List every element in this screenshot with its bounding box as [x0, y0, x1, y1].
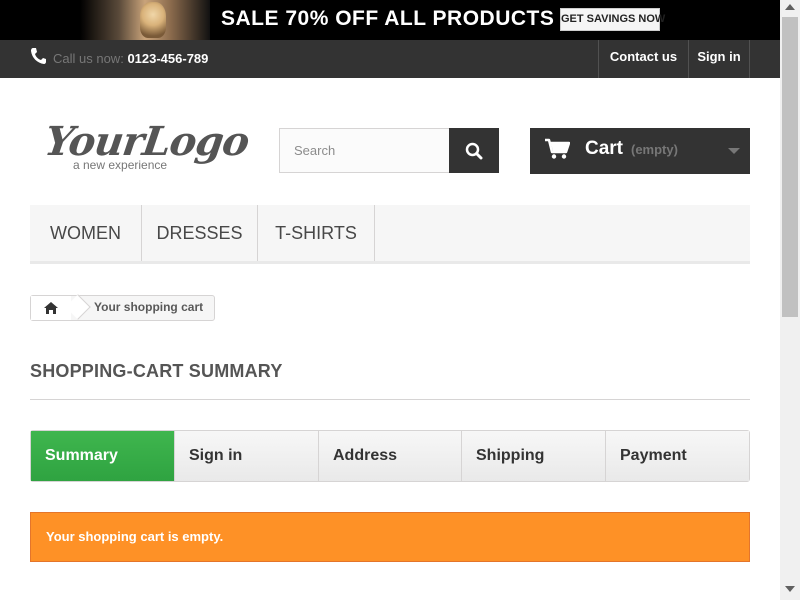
step-payment[interactable]: Payment: [606, 431, 749, 481]
checkout-steps: Summary Sign in Address Shipping Payment: [30, 430, 750, 482]
breadcrumb: Your shopping cart: [30, 294, 215, 321]
empty-cart-alert: Your shopping cart is empty.: [30, 512, 750, 562]
logo-tagline: a new experience: [73, 158, 168, 172]
step-sign-in[interactable]: Sign in: [175, 431, 319, 481]
menu-item-dresses[interactable]: DRESSES: [142, 205, 258, 261]
phone-number: 0123-456-789: [127, 51, 209, 66]
scroll-thumb[interactable]: [782, 17, 798, 317]
breadcrumb-current: Your shopping cart: [94, 300, 204, 314]
step-address[interactable]: Address: [319, 431, 462, 481]
site-logo[interactable]: YourLogo a new experience: [42, 118, 252, 178]
phone-icon: [31, 48, 46, 64]
main-menu: WOMEN DRESSES T-SHIRTS: [30, 205, 750, 264]
page-title: SHOPPING-CART SUMMARY: [30, 361, 283, 381]
heading-divider: [30, 399, 750, 400]
scroll-up-arrow-icon[interactable]: [785, 4, 795, 10]
contact-us-link[interactable]: Contact us: [598, 40, 688, 78]
step-summary[interactable]: Summary: [31, 431, 175, 481]
cart-block[interactable]: Cart (empty): [530, 128, 750, 174]
home-icon: [44, 302, 58, 314]
cart-status: (empty): [631, 142, 678, 157]
cart-icon: [545, 138, 570, 159]
sign-in-link[interactable]: Sign in: [688, 40, 750, 78]
promo-photo: [80, 0, 210, 40]
scroll-down-arrow-icon[interactable]: [785, 586, 795, 592]
scrollbar[interactable]: [780, 0, 800, 600]
search-icon: [465, 142, 483, 160]
search-button[interactable]: [449, 128, 499, 173]
cart-label: Cart: [585, 138, 624, 159]
step-shipping[interactable]: Shipping: [462, 431, 606, 481]
search-input[interactable]: [279, 128, 450, 173]
breadcrumb-home[interactable]: [31, 296, 71, 320]
top-nav-bar: Call us now: 0123-456-789 Contact us Sig…: [0, 40, 780, 78]
promo-banner[interactable]: SALE 70% OFF ALL PRODUCTS GET SAVINGS NO…: [0, 0, 780, 40]
menu-item-women[interactable]: WOMEN: [30, 205, 142, 261]
get-savings-button[interactable]: GET SAVINGS NOW: [560, 8, 665, 31]
chevron-down-icon[interactable]: [728, 148, 740, 154]
call-us-text: Call us now: 0123-456-789: [53, 51, 209, 66]
promo-text: SALE 70% OFF ALL PRODUCTS: [221, 7, 555, 30]
menu-item-tshirts[interactable]: T-SHIRTS: [258, 205, 375, 261]
